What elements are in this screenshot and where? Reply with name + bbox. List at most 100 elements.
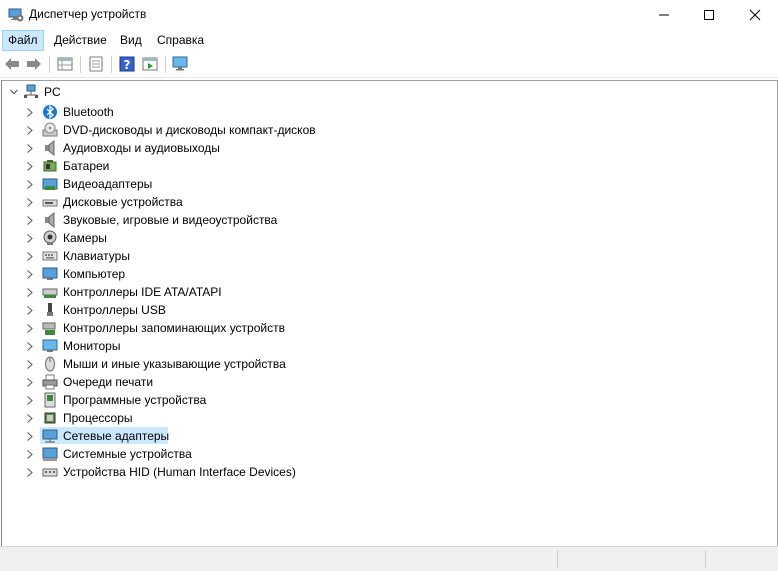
play-grid-icon: [142, 57, 158, 71]
tree-item-label[interactable]: Компьютер: [63, 267, 125, 281]
tree-item-label[interactable]: Системные устройства: [63, 447, 192, 461]
forward-icon: [27, 58, 41, 70]
back-icon: [5, 58, 19, 70]
chevron-right-icon[interactable]: [26, 467, 34, 477]
chevron-right-icon[interactable]: [26, 215, 34, 225]
battery-icon: [43, 160, 57, 172]
disk-drive-icon: [42, 199, 58, 207]
tree-item-label[interactable]: Мониторы: [63, 339, 120, 353]
maximize-button[interactable]: [686, 0, 732, 30]
toolbar-separator: [49, 56, 50, 73]
display-adapter-icon: [42, 178, 58, 190]
tree-root-label[interactable]: PC: [44, 85, 61, 99]
chevron-right-icon[interactable]: [26, 179, 34, 189]
menu-file[interactable]: Файл: [2, 30, 44, 51]
update-driver-button[interactable]: [87, 55, 105, 73]
ide-controller-icon: [42, 288, 58, 298]
svg-text:?: ?: [124, 58, 131, 72]
audio-io-icon: [45, 140, 55, 156]
tree-item-label[interactable]: Клавиатуры: [63, 249, 130, 263]
chevron-right-icon[interactable]: [26, 197, 34, 207]
maximize-icon: [704, 10, 714, 20]
forward-button[interactable]: [25, 55, 43, 73]
chevron-right-icon[interactable]: [26, 359, 34, 369]
chevron-right-icon[interactable]: [26, 377, 34, 387]
menu-action[interactable]: Действие: [49, 31, 112, 50]
tree-item-label[interactable]: Батареи: [63, 159, 109, 173]
dvd-drive-icon: [42, 122, 58, 137]
chevron-right-icon[interactable]: [26, 287, 34, 297]
network-adapter-icon: [42, 429, 58, 443]
close-icon: [749, 9, 761, 21]
tree-item-label[interactable]: Устройства HID (Human Interface Devices): [63, 465, 296, 479]
hid-icon: [42, 468, 58, 477]
status-divider: [557, 550, 558, 568]
storage-controller-icon: [42, 322, 56, 335]
run-button[interactable]: [141, 55, 159, 73]
computer-icon: [24, 84, 38, 98]
device-tree[interactable]: PC Bluetooth DVD-дисководы и дисководы ко…: [1, 80, 778, 547]
chevron-right-icon[interactable]: [26, 341, 34, 351]
tree-item-label[interactable]: Контроллеры запоминающих устройств: [63, 321, 285, 335]
keyboard-icon: [42, 251, 58, 261]
properties-button[interactable]: [56, 55, 74, 73]
chevron-right-icon[interactable]: [26, 161, 34, 171]
minimize-button[interactable]: [641, 0, 687, 30]
printer-icon: [42, 374, 58, 390]
toolbar-separator: [165, 56, 166, 73]
scan-hardware-button[interactable]: [172, 55, 190, 73]
tree-item-label[interactable]: Bluetooth: [63, 105, 114, 119]
tree-item-label[interactable]: Контроллеры IDE ATA/ATAPI: [63, 285, 222, 299]
tree-item-label[interactable]: Дисковые устройства: [63, 195, 183, 209]
status-bar: [0, 546, 778, 571]
chevron-right-icon[interactable]: [26, 107, 34, 117]
window-title: Диспетчер устройств: [29, 7, 147, 21]
tree-item-label[interactable]: Программные устройства: [63, 393, 206, 407]
tree-item-label[interactable]: Очереди печати: [63, 375, 153, 389]
chevron-right-icon[interactable]: [26, 413, 34, 423]
help-icon: ?: [119, 56, 135, 72]
mouse-icon: [45, 356, 55, 372]
chevron-right-icon[interactable]: [26, 323, 34, 333]
tree-item-label[interactable]: Аудиовходы и аудиовыходы: [63, 141, 220, 155]
back-button[interactable]: [3, 55, 21, 73]
close-button[interactable]: [732, 0, 778, 30]
status-divider: [705, 550, 706, 568]
title-bar: Диспетчер устройств: [0, 0, 778, 30]
computer-monitor-icon: [42, 267, 58, 280]
chevron-right-icon[interactable]: [26, 143, 34, 153]
chevron-right-icon[interactable]: [26, 305, 34, 315]
menu-view[interactable]: Вид: [115, 31, 147, 50]
monitor-icon: [42, 339, 58, 352]
menu-help[interactable]: Справка: [152, 31, 209, 50]
minimize-icon: [659, 14, 669, 16]
properties-grid-icon: [57, 57, 73, 71]
chevron-right-icon[interactable]: [26, 269, 34, 279]
tree-item-label[interactable]: Контроллеры USB: [63, 303, 166, 317]
tree-item-label[interactable]: Камеры: [63, 231, 107, 245]
toolbar: ?: [0, 52, 778, 78]
software-device-icon: [44, 392, 56, 408]
monitor-icon: [172, 56, 188, 71]
chevron-right-icon[interactable]: [26, 431, 34, 441]
tree-item-label[interactable]: Видеоадаптеры: [63, 177, 152, 191]
toolbar-separator: [111, 56, 112, 73]
tree-item-label[interactable]: Сетевые адаптеры: [63, 429, 169, 443]
tree-item-label[interactable]: Мыши и иные указывающие устройства: [63, 357, 286, 371]
sound-icon: [45, 212, 55, 228]
chevron-right-icon[interactable]: [26, 125, 34, 135]
tree-item-label[interactable]: Процессоры: [63, 411, 133, 425]
chevron-right-icon[interactable]: [26, 449, 34, 459]
system-device-icon: [42, 447, 58, 461]
menu-bar: Файл Действие Вид Справка: [0, 30, 778, 51]
help-button[interactable]: ?: [118, 55, 136, 73]
tree-item-label[interactable]: Звуковые, игровые и видеоустройства: [63, 213, 277, 227]
bluetooth-icon: [43, 105, 57, 119]
chevron-down-icon[interactable]: [10, 88, 18, 96]
device-manager-icon: [8, 8, 24, 22]
chevron-right-icon[interactable]: [26, 251, 34, 261]
chevron-right-icon[interactable]: [26, 395, 34, 405]
doc-icon: [89, 56, 103, 72]
tree-item-label[interactable]: DVD-дисководы и дисководы компакт-дисков: [63, 123, 316, 137]
chevron-right-icon[interactable]: [26, 233, 34, 243]
